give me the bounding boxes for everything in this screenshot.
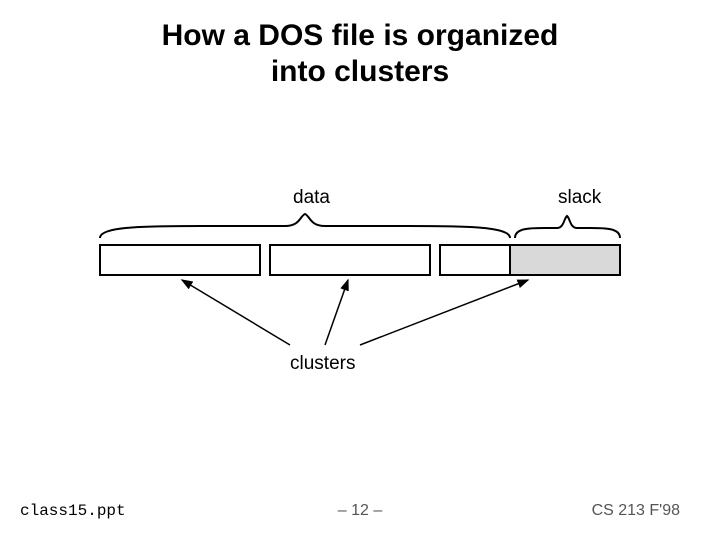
cluster-box-1 <box>100 245 260 275</box>
brace-data <box>100 214 510 238</box>
arrow-to-cluster-1 <box>182 280 290 345</box>
brace-slack <box>515 216 620 238</box>
title-line-1: How a DOS file is organized <box>162 19 559 52</box>
cluster-box-3-data <box>440 245 510 275</box>
footer-course: CS 213 F'98 <box>592 502 680 520</box>
title-line-2: into clusters <box>271 55 449 88</box>
arrow-to-cluster-3 <box>360 280 528 345</box>
slide-title: How a DOS file is organized into cluster… <box>0 18 720 90</box>
label-slack: slack <box>558 187 601 209</box>
arrow-to-cluster-2 <box>325 280 348 345</box>
slide: How a DOS file is organized into cluster… <box>0 0 720 540</box>
cluster-box-2 <box>270 245 430 275</box>
cluster-box-3-slack <box>510 245 620 275</box>
cluster-diagram <box>90 210 640 350</box>
label-clusters: clusters <box>290 353 355 375</box>
label-data: data <box>293 187 330 209</box>
